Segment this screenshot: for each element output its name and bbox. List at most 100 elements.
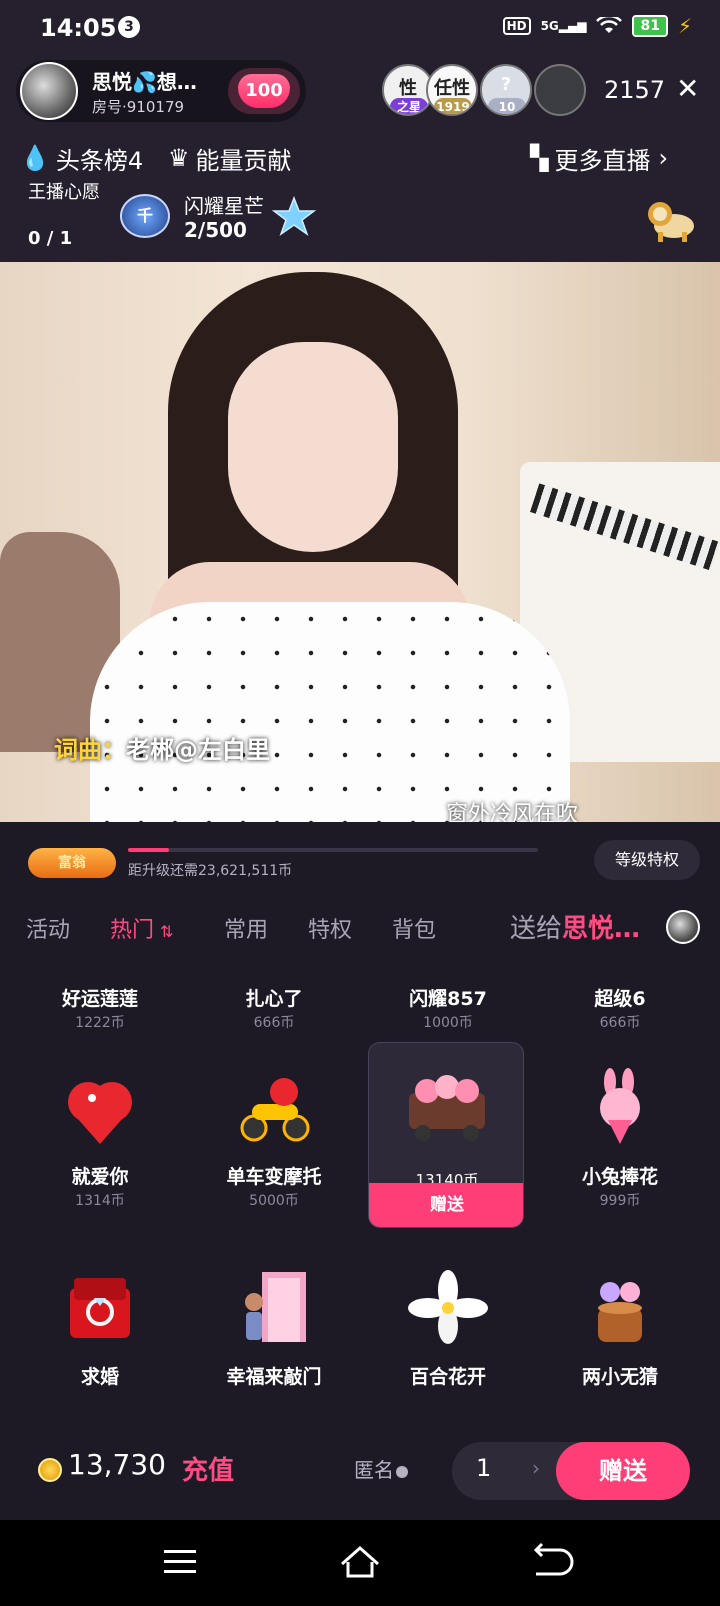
wifi-icon [596,17,623,33]
anonymous-toggle[interactable]: 匿名 [354,1454,408,1483]
level-progress-text: 距升级还需23,621,511币 [128,863,293,879]
song-credit-value: 老郴@左白里 [126,736,270,764]
headline-rank-link[interactable]: 💧 头条榜4 [20,138,143,178]
heart-bear-icon [68,1082,132,1144]
gift-price: 999币 [599,1193,641,1209]
gift-name: 两小无猜 [581,1366,658,1388]
rank-row: 💧 头条榜4 ♛ 能量贡献 ▚ 更多直播 › [0,136,720,180]
gift-item[interactable]: 求婚 [22,1242,178,1412]
gift-item-selected[interactable]: 13140币 赠送 [368,1042,524,1228]
fire-icon: 💧 [20,144,50,172]
home-icon[interactable] [336,1538,384,1586]
viewer-avatar-text: 任性 [434,78,470,99]
door-couple-icon [245,1272,306,1342]
motorbike-icon [240,1078,310,1142]
battery-icon: 81 [632,15,668,37]
gift-name: 好运莲莲 [61,988,138,1010]
send-gift-button[interactable]: 赠送 [556,1442,690,1500]
gift-item[interactable]: 两小无猜 [542,1242,698,1412]
tab-activity[interactable]: 活动 [26,912,70,944]
gift-item[interactable]: 好运莲莲 1222币 [22,964,178,1044]
gift-price: 5000币 [249,1193,299,1209]
live-header: 14:05 3 HD 5G▂▄▆ 81 ⚡ 思悦💦想… 房号·910179 10… [0,0,720,262]
clock: 14:05 [40,14,117,42]
tab-privilege[interactable]: 特权 [308,912,352,944]
wish-title: 王播心愿 [28,182,100,203]
chevron-right-icon: › [532,1456,540,1480]
star-title: 闪耀星芒 [184,194,264,218]
headline-rank-label: 头条榜4 [55,146,144,175]
level-progress-bar [128,848,538,852]
recipient-avatar[interactable] [666,910,700,944]
coin-icon [38,1458,62,1482]
gift-name: 就爱你 [71,1166,129,1188]
host-wish[interactable]: 王播心愿 0 / 1 千 [14,182,170,252]
lily-icon [408,1270,488,1344]
gift-tabs: 活动 热门 ⇅ 常用 特权 背包 送给思悦… [0,902,720,952]
lyric-line: 窗外冷风在吹 [446,802,579,822]
gift-item[interactable]: 闪耀857 1000币 [370,964,526,1044]
heart-icon: 100 [238,74,290,108]
level-privilege-button[interactable]: 等级特权 [594,840,700,880]
status-icons: HD 5G▂▄▆ 81 ⚡ [502,14,692,38]
gift-name: 小兔捧花 [581,1166,658,1188]
tab-hot[interactable]: 热门 ⇅ [110,912,173,944]
system-nav-bar [0,1520,720,1606]
recipient-name: 思悦… [562,914,641,944]
level-badge: 富翁 [28,848,116,878]
back-icon[interactable] [526,1538,574,1586]
tab-hot-label: 热门 [110,918,155,943]
gift-item[interactable]: 扎心了 666币 [196,964,352,1044]
host-row: 思悦💦想… 房号·910179 100 性 之星 任性 1919 ? 10 21… [0,60,720,124]
gift-action-bar: 13,730 充值 匿名 1 › 赠送 [0,1438,720,1508]
star-icon [271,196,317,236]
send-to-label: 送给 [510,914,563,944]
gift-name: 扎心了 [245,988,303,1010]
viewer-avatar[interactable]: 任性 1919 [426,64,478,116]
charging-icon: ⚡ [677,14,692,38]
minus-icon [396,1465,408,1478]
gift-item[interactable]: 超级6 666币 [542,964,698,1044]
menu-icon[interactable] [156,1538,204,1586]
question-icon: ? [500,74,512,95]
gift-item[interactable]: 幸福来敲门 [196,1242,352,1412]
energy-contribution-label: 能量贡献 [195,146,292,175]
gift-price: 1314币 [75,1193,125,1209]
sort-icon: ⇅ [160,922,174,941]
send-to-recipient[interactable]: 送给思悦… [510,908,640,945]
viewer-badge: 1919 [434,98,472,114]
birds-stump-icon [598,1282,642,1342]
shining-star-task[interactable]: 闪耀星芒 2/500 [184,184,334,252]
tab-common[interactable]: 常用 [224,912,268,944]
viewer-badge: 10 [488,98,526,114]
live-video[interactable]: 词曲：老郴@左白里 窗外冷风在吹 [0,262,720,822]
gift-price: 666币 [599,1015,641,1031]
viewer-avatar-text: 性 [399,78,417,99]
tab-backpack[interactable]: 背包 [392,912,436,944]
follow-heart-button[interactable]: 100 [228,68,300,114]
host-avatar[interactable] [20,62,78,120]
crown-icon: ♛ [168,144,190,172]
energy-contribution-link[interactable]: ♛ 能量贡献 [168,138,292,178]
signal-icon: 5G▂▄▆ [540,19,587,33]
close-icon[interactable]: ✕ [676,72,699,105]
gift-send-button[interactable]: 赠送 [369,1183,523,1227]
gift-name: 幸福来敲门 [226,1366,322,1388]
viewer-avatar[interactable]: ? 10 [480,64,532,116]
recharge-button[interactable]: 充值 [182,1450,234,1487]
video-host-face [228,342,398,552]
star-progress: 2/500 [184,218,247,242]
lion-icon[interactable] [644,194,702,244]
gift-item[interactable]: 单车变摩托 5000币 [196,1042,352,1232]
gift-item[interactable]: 小兔捧花 999币 [542,1042,698,1232]
song-credit-label: 词曲： [54,736,126,764]
gift-item[interactable]: 百合花开 [370,1242,526,1412]
gift-item[interactable]: 就爱你 1314币 [22,1042,178,1232]
gift-panel: 富翁 距升级还需23,621,511币 等级特权 活动 热门 ⇅ 常用 特权 背包… [0,822,720,1522]
viewer-avatar[interactable] [534,64,586,116]
status-bar: 14:05 3 HD 5G▂▄▆ 81 ⚡ [0,0,720,56]
chevron-right-icon: › [658,144,669,172]
gift-name: 求婚 [80,1366,119,1388]
more-live-button[interactable]: ▚ 更多直播 › [530,138,674,178]
viewer-count[interactable]: 2157 [604,76,665,104]
